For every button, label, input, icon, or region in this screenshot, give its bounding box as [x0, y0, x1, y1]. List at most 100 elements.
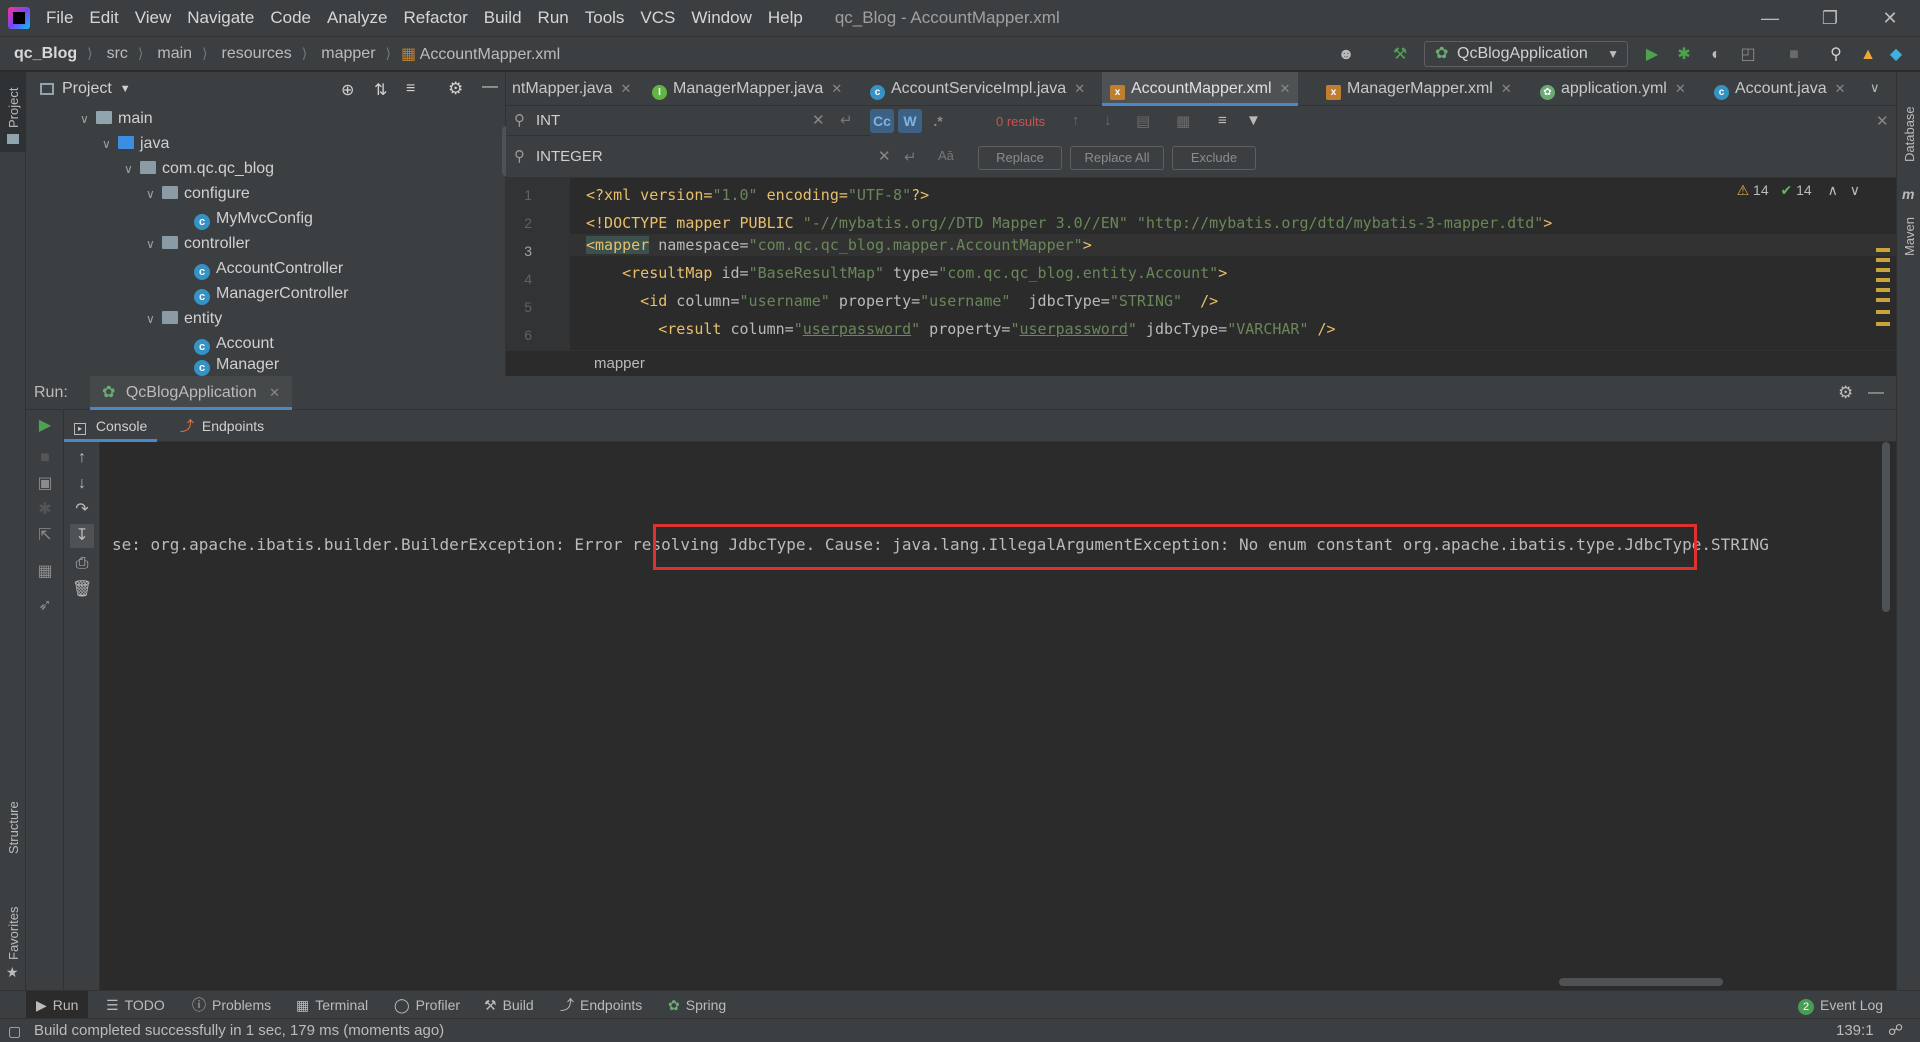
chevron-down-icon[interactable]: ∨: [124, 157, 140, 182]
arrow-down-icon[interactable]: ↓: [72, 474, 92, 494]
menu-window[interactable]: Window: [683, 0, 759, 36]
pin-icon[interactable]: ➶: [35, 596, 55, 616]
expand-all-icon[interactable]: ⇅: [374, 80, 387, 100]
replace-field[interactable]: ⚲ INTEGER ✕: [506, 142, 891, 172]
menu-edit[interactable]: Edit: [81, 0, 126, 36]
breadcrumb-project[interactable]: qc_Blog: [0, 45, 79, 63]
error-stripe-marker[interactable]: [1876, 278, 1890, 282]
database-tool-button[interactable]: Database: [1897, 72, 1920, 168]
menu-run[interactable]: Run: [530, 0, 577, 36]
error-stripe-marker[interactable]: [1876, 248, 1890, 252]
error-stripe-marker[interactable]: [1876, 310, 1890, 314]
tree-item-main[interactable]: ∨ main: [80, 106, 153, 131]
code-line-3[interactable]: <mapper namespace="com.qc.qc_blog.mapper…: [586, 234, 1092, 256]
tree-item-accountcontroller[interactable]: c AccountController: [194, 256, 343, 281]
tab-endpoints[interactable]: ⤴ Endpoints: [170, 410, 274, 442]
tree-item-controller[interactable]: ∨ controller: [146, 231, 250, 256]
maven-tool-button[interactable]: m Maven: [1897, 182, 1920, 262]
code-line-6[interactable]: <result column="userpassword" property="…: [586, 318, 1335, 340]
bottom-tab-profiler[interactable]: ◯ Profiler: [394, 991, 460, 1019]
editor-breadcrumb[interactable]: mapper: [594, 355, 645, 372]
chevron-up-icon[interactable]: ∧: [1828, 182, 1838, 198]
minimize-icon[interactable]: —: [1740, 0, 1800, 36]
caret-position[interactable]: 139:1: [1836, 1019, 1874, 1042]
close-icon[interactable]: ✕: [1860, 0, 1920, 36]
replace-button[interactable]: Replace: [978, 146, 1062, 170]
error-stripe-marker[interactable]: [1876, 298, 1890, 302]
bottom-tab-spring[interactable]: ✿ Spring: [668, 991, 726, 1019]
print-icon[interactable]: ⎙: [72, 554, 92, 574]
breadcrumb-main[interactable]: main: [143, 45, 194, 63]
chevron-down-icon[interactable]: ▼: [120, 83, 131, 95]
menu-help[interactable]: Help: [760, 0, 811, 36]
stop-icon[interactable]: ■: [35, 448, 55, 468]
breadcrumb-src[interactable]: src: [93, 45, 130, 63]
code-line-4[interactable]: <resultMap id="BaseResultMap" type="com.…: [586, 262, 1227, 284]
tree-item-configure[interactable]: ∨ configure: [146, 181, 250, 206]
restore-layout-icon[interactable]: ⇱: [35, 526, 55, 546]
menu-tools[interactable]: Tools: [577, 0, 633, 36]
replace-all-button[interactable]: Replace All: [1070, 146, 1164, 170]
console-output[interactable]: se: org.apache.ibatis.builder.BuilderExc…: [100, 442, 1896, 990]
build-hammer-icon[interactable]: ⚒: [1390, 45, 1410, 65]
preserve-case-icon[interactable]: Aā: [938, 148, 954, 163]
chevron-down-icon[interactable]: ∨: [146, 182, 162, 207]
chevron-down-icon[interactable]: ∨: [102, 132, 118, 157]
debug-bug-icon[interactable]: ✱: [35, 500, 55, 520]
camera-icon[interactable]: ▣: [35, 474, 55, 494]
profile-icon[interactable]: ◰: [1738, 45, 1758, 65]
close-icon[interactable]: ✕: [1280, 81, 1291, 96]
update-icon[interactable]: ▲: [1858, 45, 1878, 65]
stop-icon[interactable]: ■: [1784, 45, 1804, 65]
multi-select-icon[interactable]: ▦: [1176, 112, 1190, 130]
error-stripe-marker[interactable]: [1876, 288, 1890, 292]
code-line-1[interactable]: <?xml version="1.0" encoding="UTF-8"?>: [586, 184, 929, 206]
close-icon[interactable]: ✕: [1675, 81, 1686, 96]
new-line-icon[interactable]: ↵: [904, 148, 917, 166]
bottom-tab-endpoints[interactable]: ⤴ Endpoints: [560, 991, 642, 1019]
breadcrumb-file[interactable]: ▦ AccountMapper.xml: [391, 44, 562, 64]
filter-list-icon[interactable]: ≡: [1218, 112, 1227, 129]
tab-accountmapper-java[interactable]: ntMapper.java ✕: [506, 72, 632, 106]
chevron-down-icon[interactable]: ∨: [80, 107, 96, 132]
tree-item-package[interactable]: ∨ com.qc.qc_blog: [124, 156, 274, 181]
tree-item-managercontroller[interactable]: c ManagerController: [194, 281, 349, 306]
coverage-icon[interactable]: ◐: [1706, 45, 1726, 65]
menu-vcs[interactable]: VCS: [632, 0, 683, 36]
menu-build[interactable]: Build: [476, 0, 530, 36]
tree-item-mymvcconfig[interactable]: c MyMvcConfig: [194, 206, 313, 231]
menu-file[interactable]: File: [38, 0, 81, 36]
tab-managermapper-java[interactable]: I ManagerMapper.java ✕: [652, 72, 842, 106]
gear-icon[interactable]: ⚙: [1838, 376, 1853, 410]
trash-icon[interactable]: 🗑: [72, 580, 92, 600]
chevron-down-icon[interactable]: ∨: [1850, 182, 1860, 198]
chevron-down-icon[interactable]: ∨: [146, 307, 162, 332]
bottom-tab-problems[interactable]: ⓘ Problems: [192, 991, 271, 1019]
inspection-widget[interactable]: ⚠ 14 ✔ 14 ∧ ∨: [1737, 182, 1860, 199]
soft-wrap-icon[interactable]: ↷: [72, 500, 92, 520]
close-icon[interactable]: ✕: [1501, 81, 1512, 96]
lock-icon[interactable]: ☍: [1888, 1019, 1903, 1042]
arrow-up-icon[interactable]: ↑: [1072, 112, 1080, 129]
menu-analyze[interactable]: Analyze: [319, 0, 395, 36]
bottom-tab-build[interactable]: ⚒ Build: [484, 991, 534, 1019]
locate-icon[interactable]: ⊕: [341, 80, 354, 100]
structure-tool-button[interactable]: Structure: [0, 788, 26, 868]
hide-panel-icon[interactable]: —: [482, 78, 498, 96]
bottom-tab-terminal[interactable]: ▦ Terminal: [296, 991, 368, 1019]
event-log-button[interactable]: 2 Event Log: [1798, 991, 1883, 1019]
menu-view[interactable]: View: [127, 0, 180, 36]
match-case-toggle[interactable]: Cc: [870, 109, 894, 133]
arrow-up-icon[interactable]: ↑: [72, 448, 92, 468]
new-line-icon[interactable]: ↵: [840, 106, 853, 136]
status-window-icon[interactable]: ▢: [8, 1019, 21, 1042]
clear-icon[interactable]: ✕: [878, 142, 891, 172]
filter-icon[interactable]: ▼: [1246, 112, 1261, 129]
favorites-tool-button[interactable]: Favorites ★: [0, 898, 26, 980]
console-vertical-scrollbar[interactable]: [1882, 442, 1890, 612]
tab-account-java[interactable]: c Account.java ✕: [1714, 72, 1846, 106]
close-icon[interactable]: ✕: [1835, 81, 1846, 96]
regex-toggle[interactable]: .*: [926, 109, 950, 133]
whole-words-toggle[interactable]: W: [898, 109, 922, 133]
chevron-down-icon[interactable]: ∨: [146, 232, 162, 257]
